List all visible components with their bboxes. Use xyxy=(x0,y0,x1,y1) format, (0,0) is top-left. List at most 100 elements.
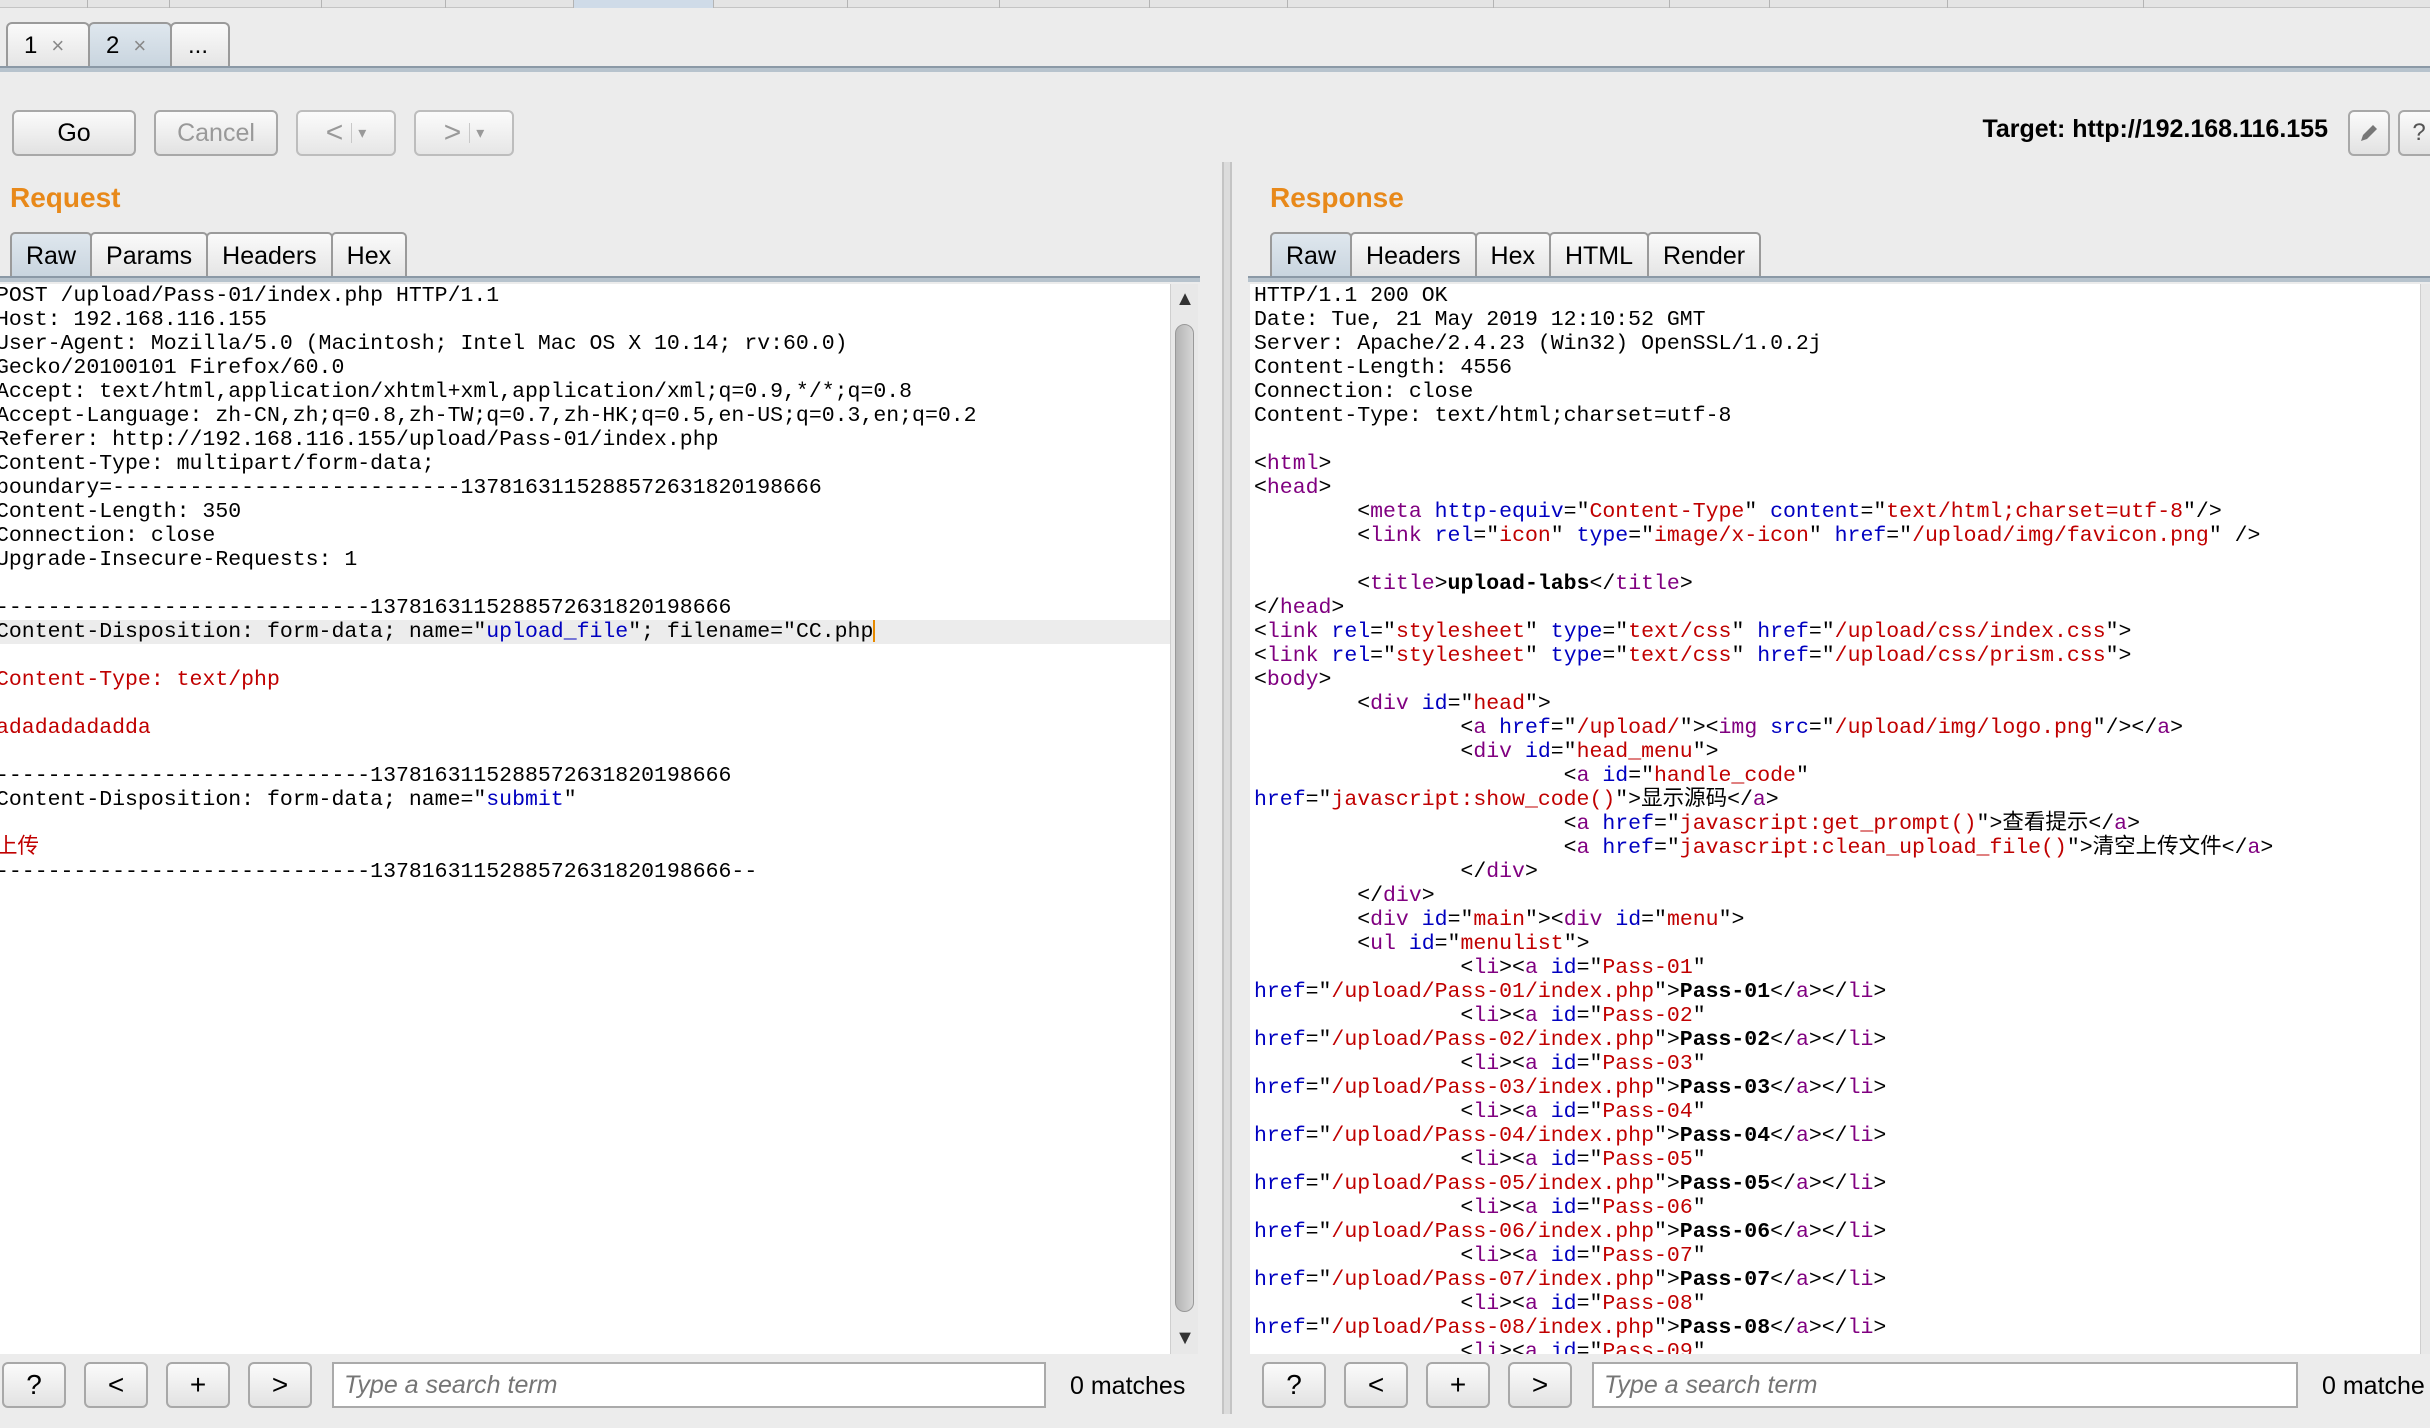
code-token: > xyxy=(1873,1268,1887,1292)
forward-button[interactable]: > ▾ xyxy=(414,110,514,156)
scroll-down-arrow[interactable]: ▼ xyxy=(1171,1327,1199,1350)
response-editor[interactable]: HTTP/1.1 200 OK Date: Tue, 21 May 2019 12… xyxy=(1250,284,2420,1354)
tab-headers[interactable]: Headers xyxy=(206,232,333,278)
request-search-input[interactable] xyxy=(332,1362,1046,1408)
response-line: <div id="head_menu"> xyxy=(1254,740,2420,764)
code-token: "> xyxy=(1653,1172,1680,1196)
response-line: href="/upload/Pass-08/index.php">Pass-08… xyxy=(1254,1316,2420,1340)
code-token: =" xyxy=(1550,716,1577,740)
chevron-down-icon[interactable]: ▾ xyxy=(351,123,366,143)
top-tab[interactable] xyxy=(1150,0,1288,8)
top-tab[interactable] xyxy=(1948,0,2144,8)
code-token: Pass-01 xyxy=(1602,956,1693,980)
top-tab[interactable] xyxy=(322,0,446,8)
tab-render[interactable]: Render xyxy=(1647,232,1762,278)
scroll-up-arrow[interactable]: ▲ xyxy=(1171,288,1199,311)
tab-params[interactable]: Params xyxy=(90,232,209,278)
tab-headers[interactable]: Headers xyxy=(1350,232,1477,278)
search-next-button[interactable]: > xyxy=(1508,1362,1572,1408)
response-search-input[interactable] xyxy=(1592,1362,2298,1408)
response-line xyxy=(1254,428,2420,452)
request-line xyxy=(0,740,1170,764)
code-token: icon xyxy=(1499,524,1551,548)
code-token: a xyxy=(1795,1076,1809,1100)
code-token: li xyxy=(1473,1292,1500,1316)
split-pane-divider[interactable] xyxy=(1222,162,1232,1414)
repeater-tab-1[interactable]: 1 × xyxy=(6,22,90,68)
tab-html[interactable]: HTML xyxy=(1548,232,1650,278)
code-token: a xyxy=(1576,764,1590,788)
cancel-button[interactable]: Cancel xyxy=(154,110,278,156)
go-button[interactable]: Go xyxy=(12,110,136,156)
top-tab-selected[interactable] xyxy=(574,0,714,8)
response-line: <link rel="stylesheet" type="text/css" h… xyxy=(1254,620,2420,644)
top-tab[interactable] xyxy=(446,0,574,8)
response-scrollbar[interactable] xyxy=(2420,284,2430,1354)
top-tab[interactable] xyxy=(1288,0,1494,8)
code-token: id xyxy=(1550,956,1577,980)
code-token: =" xyxy=(1808,644,1835,668)
top-tab[interactable] xyxy=(88,0,170,8)
tab-raw[interactable]: Raw xyxy=(1270,232,1353,278)
search-next-button[interactable]: > xyxy=(248,1362,312,1408)
code-token: "> xyxy=(1524,692,1551,716)
repeater-tab-2[interactable]: 2 × xyxy=(88,22,172,68)
top-tab[interactable] xyxy=(714,0,848,8)
code-token: Server: Apache/2.4.23 (Win32) OpenSSL/1.… xyxy=(1254,332,1822,356)
top-tab[interactable] xyxy=(848,0,1000,8)
response-line: <li><a id="Pass-03" xyxy=(1254,1052,2420,1076)
top-tab[interactable] xyxy=(1000,0,1150,8)
response-line: <div id="main"><div id="menu"> xyxy=(1254,908,2420,932)
top-tab[interactable] xyxy=(1770,0,1948,8)
code-token: Content-Type: text/php xyxy=(0,668,280,692)
request-line: Upgrade-Insecure-Requests: 1 xyxy=(0,548,1170,572)
repeater-tab-new[interactable]: ... xyxy=(170,22,230,68)
chevron-right-icon: > xyxy=(443,116,462,149)
help-button[interactable]: ? xyxy=(2398,110,2430,156)
code-token: id xyxy=(1615,908,1642,932)
code-token: Accept-Language: zh-CN,zh;q=0.8,zh-TW;q=… xyxy=(0,404,977,428)
code-token: < xyxy=(1254,1340,1474,1354)
search-prev-button[interactable]: < xyxy=(84,1362,148,1408)
code-token: =" xyxy=(1576,1100,1603,1124)
top-tab[interactable] xyxy=(0,0,88,8)
search-help-button[interactable]: ? xyxy=(1262,1362,1326,1408)
code-token: Content-Length: 4556 xyxy=(1254,356,1513,380)
code-token: head xyxy=(1473,692,1525,716)
code-token: > xyxy=(1318,452,1332,476)
top-tab[interactable] xyxy=(170,0,322,8)
search-add-button[interactable]: + xyxy=(166,1362,230,1408)
code-token: a xyxy=(1795,1124,1809,1148)
code-token: Pass-08 xyxy=(1602,1292,1693,1316)
tab-raw[interactable]: Raw xyxy=(10,232,93,278)
code-token: " xyxy=(1692,1340,1706,1354)
close-icon[interactable]: × xyxy=(51,33,64,59)
code-token: menu xyxy=(1666,908,1719,932)
code-token: Pass-03 xyxy=(1602,1052,1693,1076)
top-tab[interactable] xyxy=(1670,0,1770,8)
chevron-down-icon[interactable]: ▾ xyxy=(469,123,484,143)
code-token: < xyxy=(1254,452,1267,476)
code-token: < xyxy=(1254,476,1267,500)
close-icon[interactable]: × xyxy=(133,33,146,59)
edit-target-button[interactable] xyxy=(2348,110,2390,156)
code-token: =" xyxy=(1808,716,1835,740)
request-editor[interactable]: POST /upload/Pass-01/index.php HTTP/1.1 H… xyxy=(0,284,1170,1354)
response-line: href="/upload/Pass-01/index.php">Pass-01… xyxy=(1254,980,2420,1004)
code-token: < xyxy=(1254,1196,1474,1220)
request-scrollbar[interactable]: ▲ ▼ xyxy=(1170,284,1198,1354)
code-token: li xyxy=(1473,1004,1500,1028)
search-help-button[interactable]: ? xyxy=(2,1362,66,1408)
tab-hex[interactable]: Hex xyxy=(330,232,408,278)
search-add-button[interactable]: + xyxy=(1426,1362,1490,1408)
code-token: "> xyxy=(1653,1028,1680,1052)
response-line: <li><a id="Pass-02" xyxy=(1254,1004,2420,1028)
top-tab[interactable] xyxy=(1494,0,1670,8)
back-button[interactable]: < ▾ xyxy=(296,110,396,156)
code-token: =" xyxy=(1576,1340,1603,1354)
search-prev-button[interactable]: < xyxy=(1344,1362,1408,1408)
tab-hex[interactable]: Hex xyxy=(1474,232,1551,278)
scroll-thumb[interactable] xyxy=(1175,324,1194,1312)
response-line: Content-Length: 4556 xyxy=(1254,356,2420,380)
